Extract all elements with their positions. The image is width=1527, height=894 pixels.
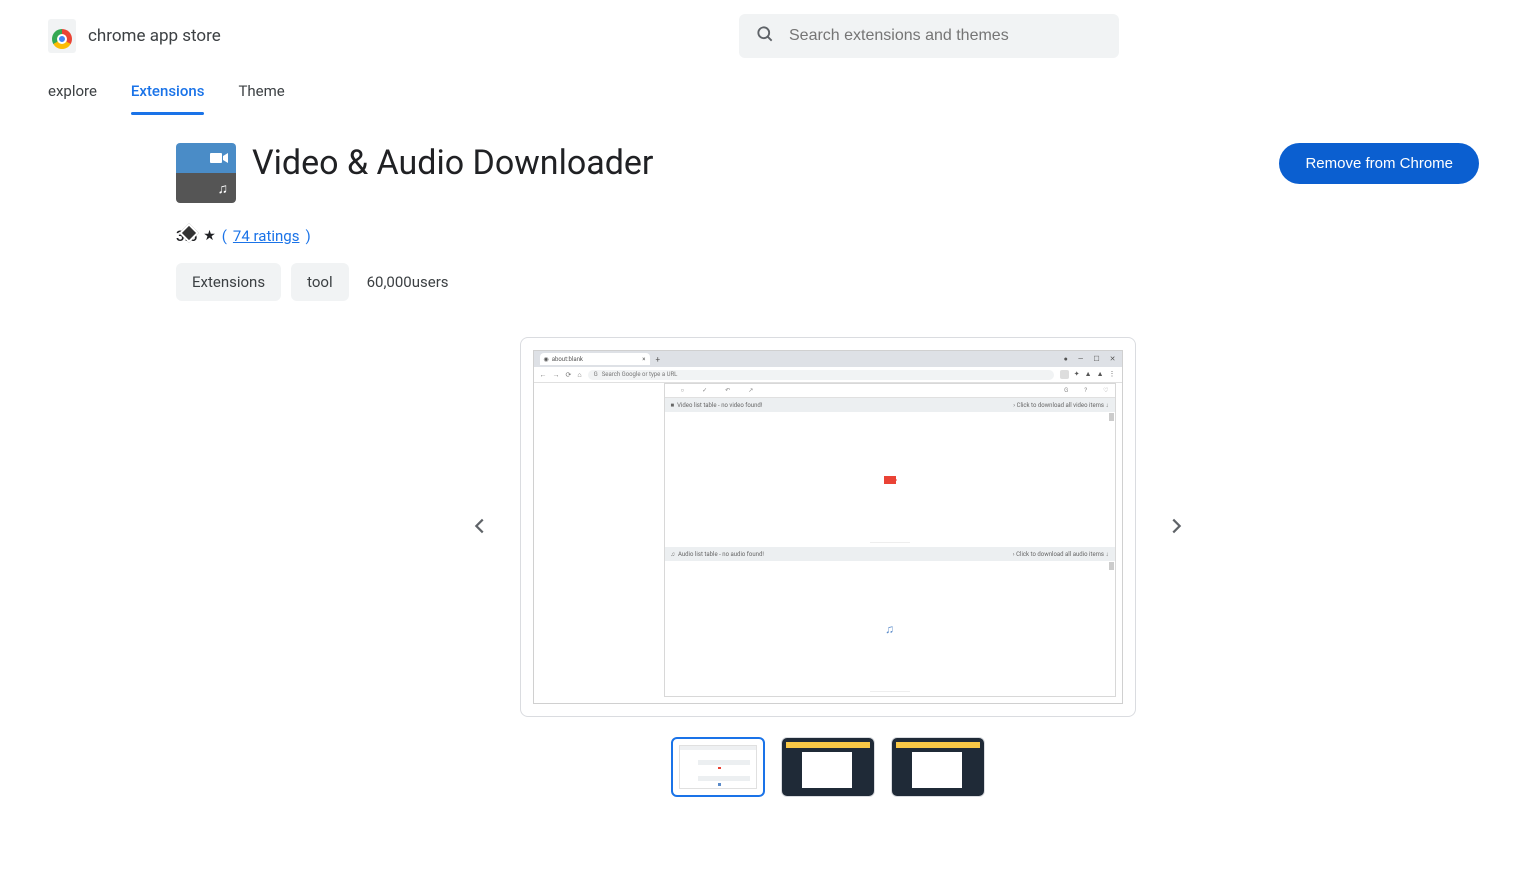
external-icon: ↗ bbox=[748, 387, 753, 394]
home-icon: ⌂ bbox=[577, 371, 581, 379]
tab-extensions[interactable]: Extensions bbox=[131, 72, 205, 114]
music-note-icon: ♫ bbox=[885, 622, 894, 636]
search-icon: G bbox=[594, 371, 598, 378]
mock-video-left: Video list table - no video found! bbox=[677, 402, 762, 409]
tab-explore[interactable]: explore bbox=[48, 72, 97, 114]
chevron-right-icon: › bbox=[1013, 551, 1015, 558]
video-camera-icon bbox=[176, 143, 236, 173]
mock-tab-label: about:blank bbox=[552, 356, 583, 363]
users-count: 60,000users bbox=[367, 273, 449, 291]
extension-badge-icon bbox=[1060, 370, 1069, 379]
mock-browser-tab: ◉ about:blank × bbox=[540, 353, 650, 365]
tag-tool[interactable]: tool bbox=[291, 263, 349, 301]
download-icon: ↓ bbox=[1106, 402, 1109, 409]
mock-audio-left: Audio list table - no audio found! bbox=[678, 551, 764, 558]
plus-icon: + bbox=[656, 355, 661, 364]
carousel-prev-button[interactable] bbox=[460, 511, 500, 544]
tab-theme[interactable]: Theme bbox=[238, 72, 284, 114]
help-icon: ? bbox=[1084, 387, 1087, 394]
thumbnail-3[interactable] bbox=[891, 737, 985, 797]
back-icon: ← bbox=[540, 371, 547, 379]
globe-icon: ◉ bbox=[544, 356, 549, 363]
extension-title: Video & Audio Downloader bbox=[252, 143, 653, 183]
bell-icon: ▲ bbox=[1085, 370, 1092, 379]
heart-icon: ♡ bbox=[1103, 387, 1108, 394]
store-logo-title[interactable]: chrome app store bbox=[48, 19, 221, 53]
mock-url-placeholder: Search Google or type a URL bbox=[602, 371, 678, 378]
chevron-right-icon: › bbox=[1013, 402, 1015, 409]
reload-icon: ○ bbox=[681, 387, 685, 394]
ratings-close-paren: ) bbox=[305, 227, 310, 245]
reload-icon: ⟳ bbox=[566, 371, 572, 379]
thumbnail-1[interactable] bbox=[671, 737, 765, 797]
tag-extensions[interactable]: Extensions bbox=[176, 263, 281, 301]
remove-from-chrome-button[interactable]: Remove from Chrome bbox=[1279, 143, 1479, 184]
close-icon: × bbox=[642, 356, 645, 363]
search-input[interactable] bbox=[789, 27, 1103, 45]
mock-audio-right: Click to download all audio items bbox=[1016, 551, 1104, 558]
video-icon: ■ bbox=[671, 402, 675, 409]
maximize-icon: ☐ bbox=[1093, 355, 1099, 363]
letter-g-icon: G bbox=[1064, 387, 1068, 394]
menu-dots-icon: ⋮ bbox=[1109, 370, 1116, 379]
search-icon bbox=[755, 24, 775, 48]
screenshot-browser-mock: ◉ about:blank × + ● — ☐ ✕ ← → ⟳ bbox=[533, 350, 1123, 704]
store-title: chrome app store bbox=[88, 26, 221, 46]
rating-row: 3.6 ★ (74 ratings) bbox=[176, 227, 1479, 245]
check-icon: ✓ bbox=[702, 387, 707, 394]
undo-icon: ↶ bbox=[725, 387, 730, 394]
download-icon: ↓ bbox=[1106, 551, 1109, 558]
star-icon: ★ bbox=[203, 228, 216, 244]
puzzle-icon: ✦ bbox=[1074, 370, 1080, 379]
music-note-icon: ♫ bbox=[176, 173, 236, 203]
extension-icon: ♫ bbox=[176, 143, 236, 203]
mock-video-right: Click to download all video items bbox=[1017, 402, 1104, 409]
forward-icon: → bbox=[553, 371, 560, 379]
profile-icon: ▲ bbox=[1097, 370, 1104, 379]
search-box[interactable] bbox=[739, 14, 1119, 58]
chrome-logo-icon bbox=[48, 19, 76, 53]
thumbnail-2[interactable] bbox=[781, 737, 875, 797]
minimize-icon: — bbox=[1078, 355, 1083, 363]
carousel-next-button[interactable] bbox=[1156, 511, 1196, 544]
ratings-link[interactable]: 74 ratings bbox=[233, 227, 300, 245]
record-icon: ● bbox=[1064, 355, 1068, 363]
music-note-icon: ♫ bbox=[671, 551, 676, 558]
ratings-open-paren: ( bbox=[222, 227, 227, 245]
close-icon: ✕ bbox=[1110, 355, 1116, 363]
carousel-main-slide: ◉ about:blank × + ● — ☐ ✕ ← → ⟳ bbox=[520, 337, 1136, 717]
video-camera-icon bbox=[884, 476, 896, 484]
